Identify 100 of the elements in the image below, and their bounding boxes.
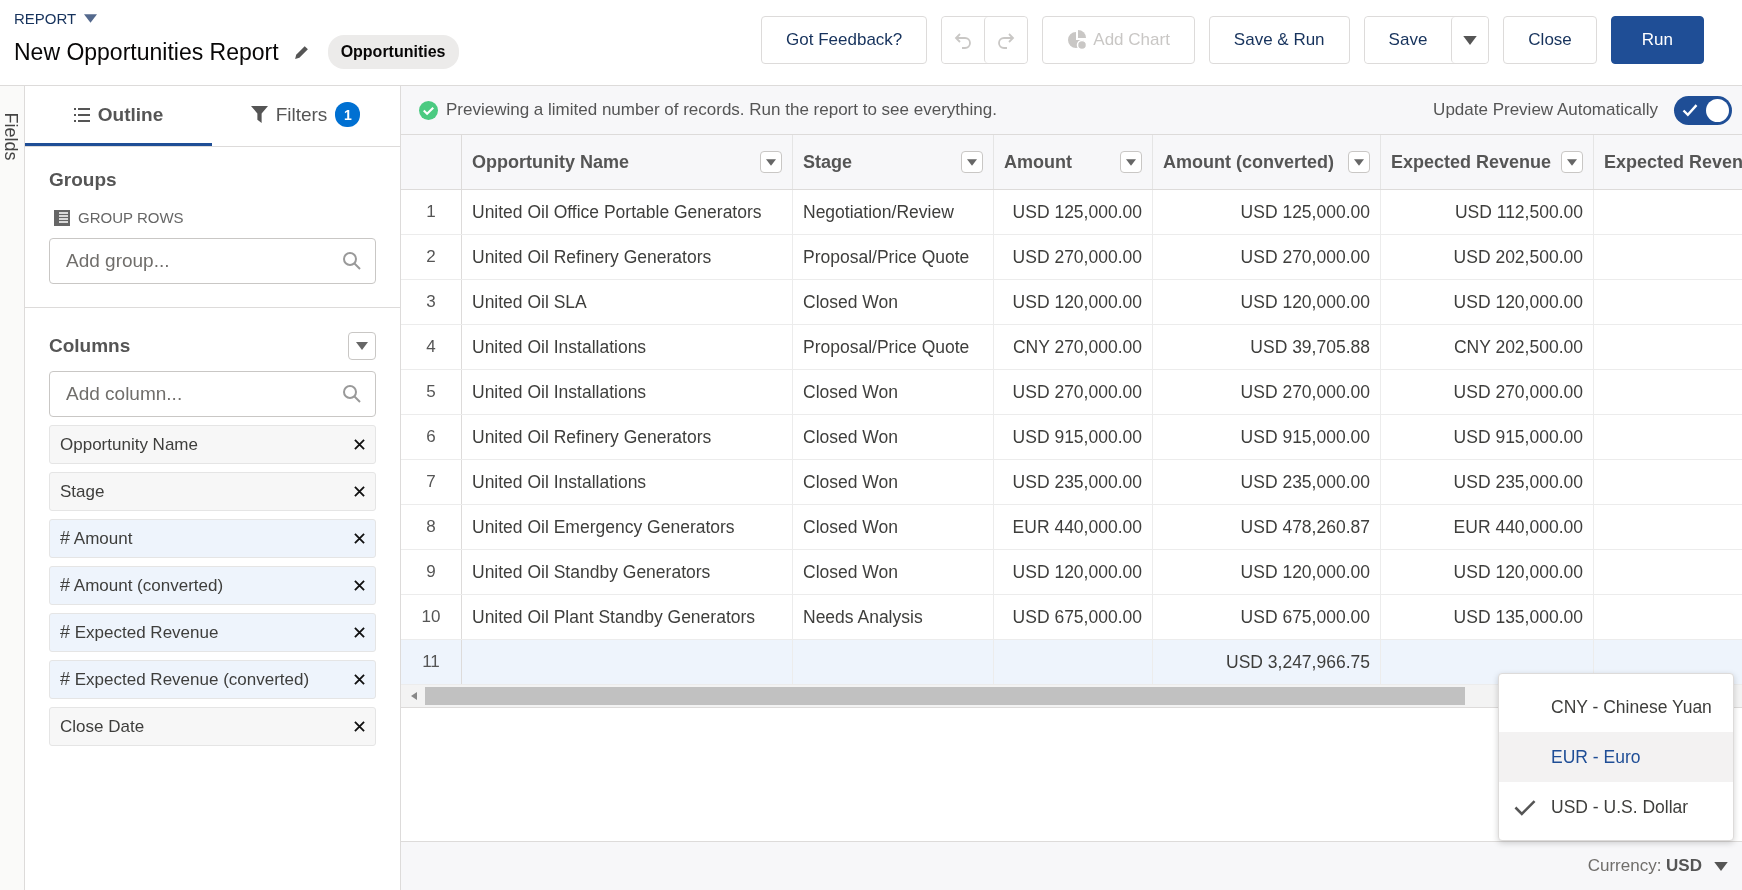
table-cell: USD 235,000.00: [1240, 471, 1370, 493]
search-icon: [342, 251, 362, 271]
section-heading: Groups: [49, 169, 117, 190]
column-menu-button[interactable]: [1348, 151, 1370, 173]
currency-label: Currency: USD: [1587, 856, 1702, 876]
fields-tab[interactable]: Fields: [0, 112, 21, 161]
column-header: Stage: [803, 151, 853, 173]
table-cell: United Oil Installations: [472, 381, 647, 403]
table-cell: EUR 440,000.00: [1012, 516, 1142, 538]
filter-icon: [250, 106, 268, 123]
toggle-switch[interactable]: [1674, 95, 1732, 125]
list-icon: [73, 107, 90, 122]
caret-icon[interactable]: [84, 14, 98, 23]
column-chip[interactable]: # Expected Revenue (converted): [49, 660, 376, 699]
table-cell: USD 125,000.00: [1240, 201, 1370, 223]
column-menu-button[interactable]: [961, 151, 983, 173]
table-cell: USD 675,000.00: [1240, 606, 1370, 628]
table-cell: USD 915,000.00: [1012, 426, 1142, 448]
report-title: New Opportunities Report: [14, 38, 279, 66]
table-cell: USD 915,000.00: [1240, 426, 1370, 448]
table-cell: USD 270,000.00: [1453, 381, 1583, 403]
save-menu-button[interactable]: [1451, 17, 1489, 63]
success-icon: [419, 100, 438, 120]
group-rows-label: GROUP ROWS: [78, 209, 184, 226]
table-cell: USD 120,000.00: [1453, 561, 1583, 583]
currency-option[interactable]: CNY - Chinese Yuan: [1499, 682, 1733, 732]
row-number: 2: [401, 235, 462, 279]
row-number: 3: [401, 280, 462, 324]
close-icon[interactable]: [354, 486, 365, 497]
column-menu-button[interactable]: [760, 151, 782, 173]
search-icon: [342, 384, 362, 404]
caret-icon: [1714, 861, 1728, 871]
column-chip[interactable]: # Amount (converted): [49, 566, 376, 605]
currency-option[interactable]: USD - U.S. Dollar: [1499, 782, 1733, 832]
run-button[interactable]: Run: [1610, 16, 1704, 64]
column-header: Expected Reven: [1604, 151, 1742, 173]
table-cell: Closed Won: [803, 381, 898, 403]
columns-menu-button[interactable]: [348, 332, 376, 360]
report-type-pill: Opportunities: [327, 35, 459, 69]
table-cell: USD 235,000.00: [1453, 471, 1583, 493]
add-group-field[interactable]: Add group...: [49, 238, 376, 284]
column-chip[interactable]: # Expected Revenue: [49, 613, 376, 652]
column-menu-button[interactable]: [1561, 151, 1583, 173]
table-cell: Closed Won: [803, 561, 898, 583]
pie-chart-icon: [1067, 30, 1088, 50]
table-cell: United Oil Office Portable Generators: [472, 201, 762, 223]
table-cell: USD 235,000.00: [1012, 471, 1142, 493]
row-number: 6: [401, 415, 462, 459]
table-cell: USD 270,000.00: [1012, 246, 1142, 268]
currency-option[interactable]: EUR - Euro: [1499, 732, 1733, 782]
close-icon[interactable]: [354, 627, 365, 638]
table-cell: Closed Won: [803, 426, 898, 448]
table-cell: Proposal/Price Quote: [803, 336, 970, 358]
table-cell: USD 125,000.00: [1012, 201, 1142, 223]
close-icon[interactable]: [354, 533, 365, 544]
table-cell: USD 120,000.00: [1012, 561, 1142, 583]
section-heading: Columns: [49, 335, 131, 357]
toolbar-button[interactable]: Close: [1503, 16, 1597, 64]
close-icon[interactable]: [354, 674, 365, 685]
table-cell: United Oil Installations: [472, 336, 647, 358]
scrollbar-thumb[interactable]: [425, 687, 1465, 705]
column-header: Opportunity Name: [472, 151, 629, 173]
table-cell: USD 915,000.00: [1453, 426, 1583, 448]
table-cell: United Oil Refinery Generators: [472, 246, 712, 268]
table-cell: EUR 440,000.00: [1453, 516, 1583, 538]
add-column-field[interactable]: Add column...: [49, 371, 376, 417]
table-cell: United Oil Plant Standby Generators: [472, 606, 756, 628]
toggle-label: Update Preview Automatically: [1433, 100, 1658, 120]
column-chip[interactable]: Close Date: [49, 707, 376, 746]
column-chip[interactable]: Opportunity Name: [49, 425, 376, 464]
column-header: Amount (converted): [1163, 151, 1334, 173]
column-chip[interactable]: Stage: [49, 472, 376, 511]
close-icon[interactable]: [354, 580, 365, 591]
close-icon[interactable]: [354, 721, 365, 732]
column-chip[interactable]: # Amount: [49, 519, 376, 558]
table-cell: USD 478,260.87: [1240, 516, 1370, 538]
toolbar-button[interactable]: Save & Run: [1208, 16, 1350, 64]
caret-icon: [766, 158, 776, 166]
toolbar-button[interactable]: Got Feedback?: [761, 16, 928, 64]
scroll-left-icon[interactable]: [411, 692, 417, 700]
row-number: 7: [401, 460, 462, 504]
rows-icon: [54, 209, 70, 226]
table-cell: Negotiation/Review: [803, 201, 954, 223]
pencil-icon[interactable]: [292, 43, 310, 61]
close-icon[interactable]: [354, 439, 365, 450]
row-number: 5: [401, 370, 462, 414]
column-header: Expected Revenue: [1391, 151, 1552, 173]
row-number: 11: [401, 640, 462, 684]
table-cell: Closed Won: [803, 516, 898, 538]
table-cell: USD 135,000.00: [1453, 606, 1583, 628]
row-number: 4: [401, 325, 462, 369]
table-cell: USD 112,500.00: [1454, 201, 1583, 223]
table-cell: Closed Won: [803, 471, 898, 493]
caret-icon: [1567, 158, 1577, 166]
check-icon: [1514, 798, 1536, 816]
caret-icon: [1463, 35, 1478, 45]
table-cell: Closed Won: [803, 291, 898, 313]
table-cell: USD 270,000.00: [1240, 246, 1370, 268]
column-menu-button[interactable]: [1120, 151, 1142, 173]
column-header: Amount: [1004, 151, 1072, 173]
